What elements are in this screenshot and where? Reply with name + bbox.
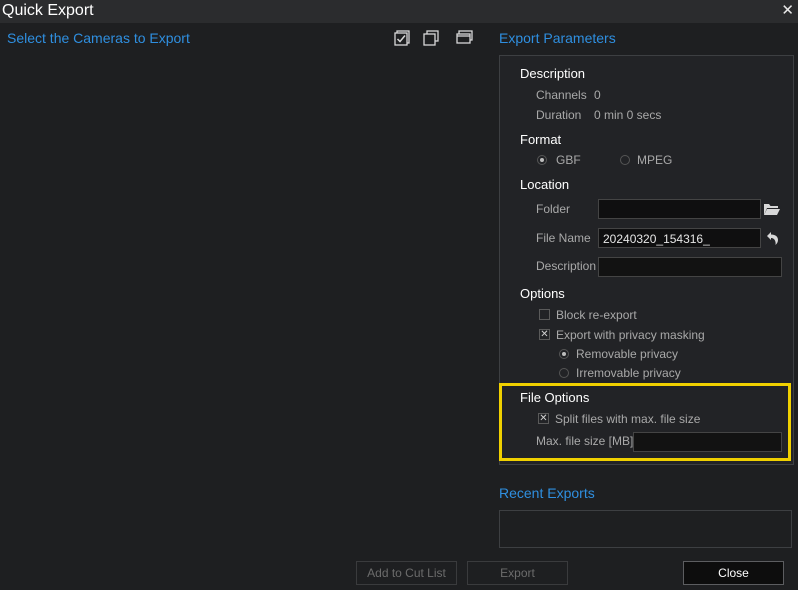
- window-stack-icon[interactable]: [456, 29, 474, 47]
- split-files-label: Split files with max. file size: [555, 412, 701, 426]
- export-parameters-heading: Export Parameters: [499, 30, 616, 46]
- options-header: Options: [520, 286, 565, 301]
- location-description-input[interactable]: [598, 257, 782, 277]
- folder-input[interactable]: [598, 199, 761, 219]
- recent-exports-list[interactable]: [499, 510, 792, 548]
- copy-windows-icon[interactable]: [422, 29, 440, 47]
- duration-label: Duration: [536, 108, 582, 122]
- format-header: Format: [520, 132, 562, 147]
- removable-privacy-radio[interactable]: [559, 349, 569, 359]
- format-gbf-label: GBF: [556, 153, 581, 167]
- location-description-label: Description: [536, 259, 597, 273]
- duration-value: 0 min 0 secs: [594, 108, 662, 122]
- irremovable-privacy-radio[interactable]: [559, 368, 569, 378]
- filename-input[interactable]: 20240320_154316_: [598, 228, 761, 248]
- format-gbf-radio[interactable]: [537, 155, 547, 165]
- folder-label: Folder: [536, 202, 571, 216]
- description-header: Description: [520, 66, 586, 81]
- max-file-size-input[interactable]: [633, 432, 782, 452]
- recent-exports-heading: Recent Exports: [499, 485, 595, 501]
- block-reexport-label: Block re-export: [556, 308, 637, 322]
- window-title: Quick Export: [2, 2, 94, 19]
- max-file-size-label: Max. file size [MB]: [536, 434, 634, 448]
- privacy-masking-label: Export with privacy masking: [556, 328, 705, 342]
- location-header: Location: [520, 177, 570, 192]
- cameras-heading: Select the Cameras to Export: [7, 30, 190, 46]
- reset-undo-icon[interactable]: [763, 230, 781, 246]
- channels-value: 0: [594, 88, 601, 102]
- block-reexport-checkbox[interactable]: [539, 309, 550, 320]
- split-files-checkbox[interactable]: ✕: [538, 413, 549, 424]
- close-icon[interactable]: ✕: [781, 1, 794, 19]
- close-button[interactable]: Close: [683, 561, 784, 585]
- export-button[interactable]: Export: [467, 561, 568, 585]
- select-all-icon[interactable]: [394, 29, 412, 47]
- folder-browse-icon[interactable]: [763, 201, 781, 217]
- channels-label: Channels: [536, 88, 587, 102]
- title-bar: Quick Export ✕: [0, 0, 798, 23]
- filename-label: File Name: [536, 231, 591, 245]
- removable-privacy-label: Removable privacy: [576, 347, 679, 361]
- format-mpeg-label: MPEG: [637, 153, 673, 167]
- add-to-cut-list-button[interactable]: Add to Cut List: [356, 561, 457, 585]
- file-options-header: File Options: [520, 390, 590, 405]
- privacy-masking-checkbox[interactable]: ✕: [539, 329, 550, 340]
- irremovable-privacy-label: Irremovable privacy: [576, 366, 681, 380]
- format-mpeg-radio[interactable]: [620, 155, 630, 165]
